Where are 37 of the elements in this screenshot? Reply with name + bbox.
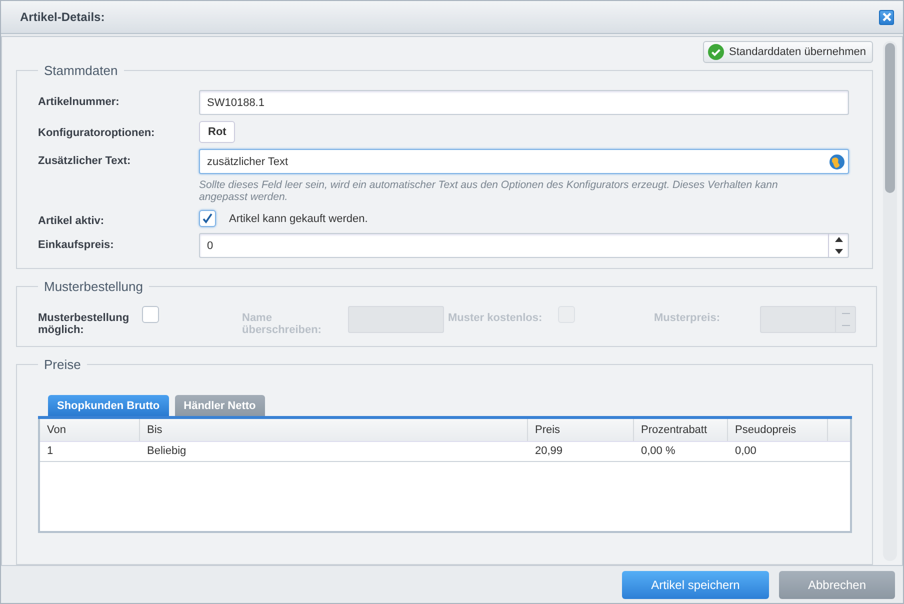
input-field[interactable]: SW10188.1: [199, 90, 849, 115]
field-label: Konfiguratoroptionen:: [38, 126, 156, 141]
column-header[interactable]: Prozentrabatt: [634, 419, 728, 441]
table-cell-text: 1: [46, 444, 54, 459]
close-icon: [882, 12, 892, 22]
table-cell-text: Beliebig: [146, 444, 188, 459]
checkmark-icon: [708, 44, 724, 60]
section-legend: Stammdaten: [38, 63, 124, 78]
table-cell-text: 0,00 %: [640, 444, 676, 459]
field-label: Artikelnummer:: [38, 95, 120, 110]
input-field[interactable]: [348, 306, 444, 333]
number-field[interactable]: 0: [199, 233, 849, 258]
table-cell-text: 20,99: [534, 444, 564, 459]
globe-icon[interactable]: [829, 154, 845, 170]
field-label: Musterbestellung möglich:: [38, 312, 130, 336]
number-field[interactable]: [760, 306, 856, 333]
input-field[interactable]: zusätzlicher Text: [199, 149, 849, 174]
column-header[interactable]: Preis: [528, 419, 634, 441]
close-button[interactable]: [879, 10, 894, 24]
column-header[interactable]: Von: [40, 419, 140, 441]
field-label: Zusätzlicher Text:: [38, 154, 132, 169]
checkbox[interactable]: [199, 210, 216, 227]
tab[interactable]: Shopkunden Brutto: [48, 395, 169, 416]
column-header[interactable]: Pseudopreis: [728, 419, 828, 441]
window-title: Artikel-Details:: [20, 10, 105, 24]
column-header[interactable]: Bis: [140, 419, 528, 441]
table-cell-text: 0,00: [734, 444, 758, 459]
field-label: Einkaufspreis:: [38, 238, 115, 253]
section-legend: Musterbestellung: [38, 279, 149, 294]
apply-defaults-button[interactable]: Standarddaten übernehmen: [703, 41, 873, 63]
section-legend: Preise: [38, 357, 87, 372]
field-label: Artikel aktiv:: [38, 214, 106, 227]
checkbox[interactable]: [142, 306, 159, 323]
field-hint: Sollte dieses Feld leer sein, wird ein automatischer Text aus den Optionen des Konfigurators erzeugt. Dieses Verhalten kann angepasst werden.: [199, 179, 779, 203]
option-tag: Rot: [199, 121, 236, 143]
checkbox-label: Artikel kann gekauft werden.: [229, 212, 368, 224]
scrollbar[interactable]: [883, 41, 897, 561]
